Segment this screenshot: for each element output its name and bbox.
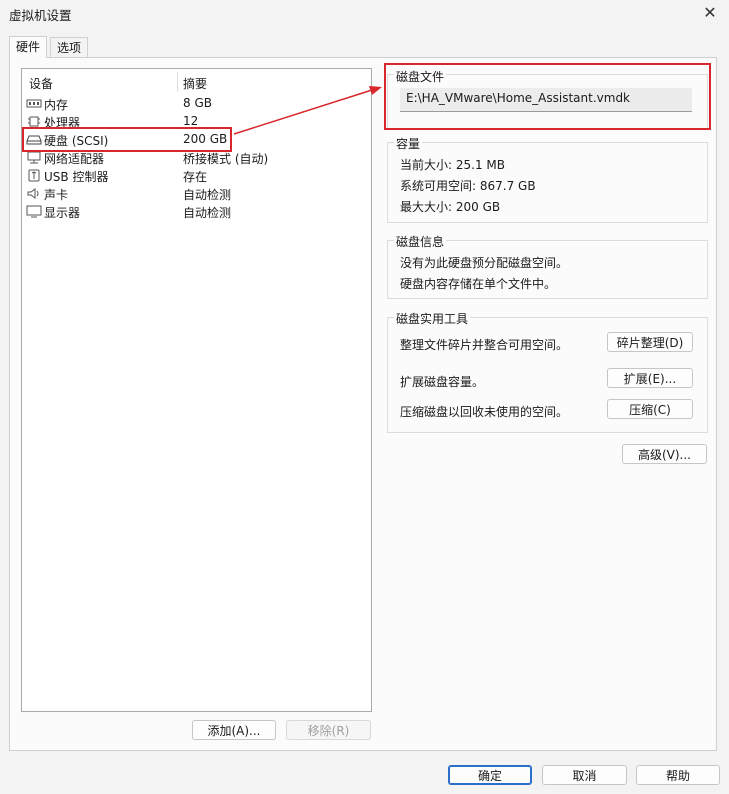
disk-info-line-2: 硬盘内容存储在单个文件中。	[400, 277, 557, 291]
device-summary: 8 GB	[183, 96, 212, 110]
device-row-memory[interactable]: 内存 8 GB	[26, 95, 356, 113]
device-column-header[interactable]: 设备	[29, 75, 53, 92]
defragment-button[interactable]: 碎片整理(D)	[607, 332, 693, 352]
tab-options[interactable]: 选项	[50, 37, 89, 58]
ok-button[interactable]: 确定	[448, 765, 532, 785]
device-summary: 自动检测	[183, 206, 232, 220]
network-adapter-icon	[27, 151, 41, 164]
defrag-description: 整理文件碎片并整合可用空间。	[400, 338, 569, 352]
window-title: 虚拟机设置	[9, 8, 72, 23]
disk-info-line-1: 没有为此硬盘预分配磁盘空间。	[400, 256, 569, 270]
capacity-title: 容量	[394, 135, 423, 152]
disk-utilities-title: 磁盘实用工具	[394, 310, 471, 327]
memory-icon	[26, 99, 42, 108]
summary-column-header[interactable]: 摘要	[183, 75, 207, 92]
device-name: 网络适配器	[44, 152, 105, 166]
device-row-usb-controller[interactable]: USB 控制器 存在	[26, 167, 356, 185]
device-name: 内存	[44, 98, 69, 112]
add-device-button[interactable]: 添加(A)...	[192, 720, 276, 740]
device-name: USB 控制器	[44, 170, 109, 184]
remove-device-button[interactable]: 移除(R)	[286, 720, 371, 740]
tab-hardware[interactable]: 硬件	[9, 36, 48, 58]
compact-button[interactable]: 压缩(C)	[607, 399, 693, 419]
usb-icon	[28, 169, 40, 182]
system-free-space-text: 系统可用空间: 867.7 GB	[400, 179, 536, 193]
column-separator	[177, 72, 178, 92]
expand-description: 扩展磁盘容量。	[400, 375, 485, 389]
compact-description: 压缩磁盘以回收未使用的空间。	[400, 405, 569, 419]
current-size-text: 当前大小: 25.1 MB	[400, 158, 505, 172]
help-button[interactable]: 帮助	[636, 765, 720, 785]
max-size-text: 最大大小: 200 GB	[400, 200, 501, 214]
device-name: 声卡	[44, 188, 69, 202]
device-name: 显示器	[44, 206, 81, 220]
disk-info-title: 磁盘信息	[394, 233, 447, 250]
cancel-button[interactable]: 取消	[542, 765, 627, 785]
display-icon	[26, 205, 42, 218]
advanced-button[interactable]: 高级(V)...	[622, 444, 707, 464]
device-row-sound-card[interactable]: 声卡 自动检测	[26, 185, 356, 203]
annotation-highlight-hard-disk	[22, 127, 232, 152]
expand-button[interactable]: 扩展(E)...	[607, 368, 693, 388]
title-bar: 虚拟机设置 ✕	[0, 0, 729, 28]
device-summary: 存在	[183, 170, 208, 184]
sound-card-icon	[27, 188, 39, 199]
device-summary: 桥接模式 (自动)	[183, 152, 269, 166]
device-row-display[interactable]: 显示器 自动检测	[26, 203, 356, 221]
annotation-highlight-disk-file	[384, 63, 711, 130]
device-summary: 自动检测	[183, 188, 232, 202]
close-icon[interactable]: ✕	[699, 2, 721, 24]
device-summary: 12	[183, 114, 199, 128]
